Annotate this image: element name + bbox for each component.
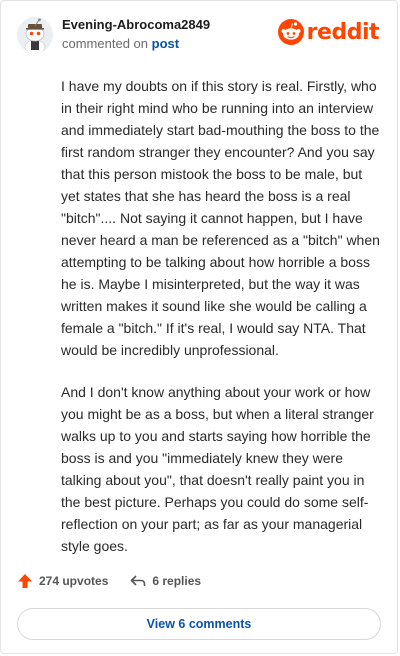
username[interactable]: Evening-Abrocoma2849 (62, 17, 210, 32)
comment-actions: 274 upvotes 6 replies (17, 573, 223, 589)
brand-wordmark: reddit (306, 19, 380, 45)
comment-meta: commented on post (62, 36, 179, 51)
comment-paragraph-1: I have my doubts on if this story is rea… (61, 78, 380, 358)
comment-body: I have my doubts on if this story is rea… (61, 75, 383, 577)
upvote-arrow-icon (18, 574, 32, 588)
user-avatar[interactable] (17, 17, 53, 53)
upvote-count: 274 upvotes (39, 574, 109, 588)
comment-card: Evening-Abrocoma2849 commented on post r… (0, 0, 398, 654)
reddit-logo[interactable]: reddit (277, 19, 380, 45)
view-comments-button[interactable]: View 6 comments (17, 608, 381, 640)
comment-header: Evening-Abrocoma2849 commented on post r… (17, 15, 381, 55)
comment-paragraph-2: And I don't know anything about your wor… (61, 384, 374, 554)
post-link[interactable]: post (152, 36, 179, 51)
reply-arrow-icon (131, 575, 146, 586)
meta-prefix: commented on (62, 36, 148, 51)
upvote-button[interactable]: 274 upvotes (17, 573, 108, 589)
snoo-avatar-icon (17, 17, 53, 53)
reply-count: 6 replies (152, 574, 202, 588)
reddit-snoo-icon (277, 19, 304, 45)
replies-button[interactable]: 6 replies (130, 573, 201, 589)
